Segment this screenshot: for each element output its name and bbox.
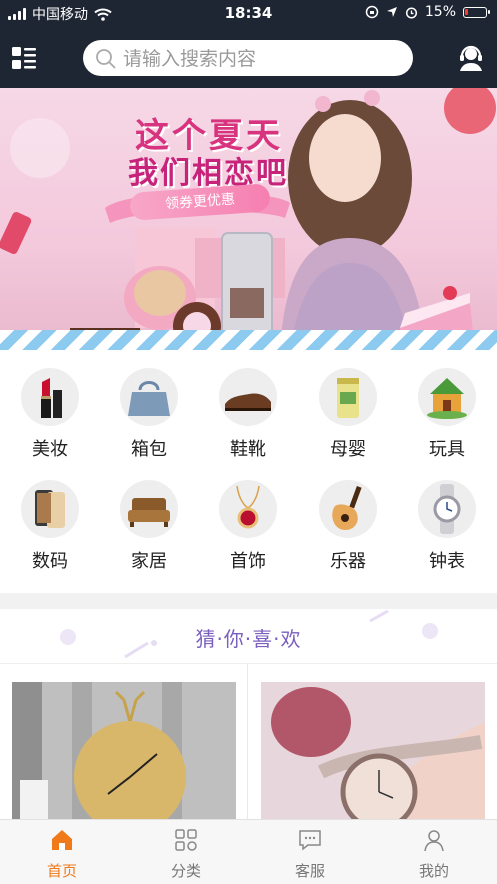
category-label: 家居 — [131, 551, 167, 572]
location-icon — [386, 7, 397, 17]
status-bar: 中国移动 18:34 15% — [0, 0, 497, 26]
category-label: 母婴 — [330, 439, 366, 460]
category-makeup[interactable]: 美妆 — [5, 355, 95, 460]
search-icon — [96, 49, 116, 69]
toy-house-icon — [418, 368, 476, 426]
battery-percent: 15% — [424, 4, 456, 20]
promo-banner[interactable]: 这个夏天 我们相恋吧 领券更优惠 — [0, 88, 497, 350]
product-image-watch — [261, 682, 485, 822]
category-label: 箱包 — [131, 439, 167, 460]
top-header — [0, 26, 497, 88]
grid-list-icon[interactable] — [11, 45, 37, 71]
battery-icon — [463, 6, 490, 18]
product-grid — [0, 663, 497, 822]
category-grid: 美妆 箱包 鞋靴 母婴 玩具 数码 家居 首饰 乐器 钟表 — [0, 355, 497, 590]
handbag-icon — [120, 368, 178, 426]
category-shoes[interactable]: 鞋靴 — [203, 355, 293, 460]
section-divider — [0, 593, 497, 609]
tab-category[interactable]: 分类 — [124, 820, 248, 884]
banner-stripe — [0, 330, 497, 350]
tab-label: 我的 — [418, 862, 449, 880]
category-watches[interactable]: 钟表 — [402, 467, 492, 572]
tab-mine[interactable]: 我的 — [372, 820, 496, 884]
category-label: 数码 — [32, 551, 68, 572]
bottom-tab-bar: 首页 分类 客服 我的 — [0, 819, 497, 884]
home-icon — [52, 830, 72, 850]
product-card[interactable] — [12, 682, 236, 822]
tab-label: 分类 — [170, 862, 201, 880]
category-toys[interactable]: 玩具 — [402, 355, 492, 460]
product-separator — [247, 664, 248, 820]
category-home[interactable]: 家居 — [104, 467, 194, 572]
guitar-icon — [319, 480, 377, 538]
pendant-icon — [219, 480, 277, 538]
phone-icon — [21, 480, 79, 538]
product-card[interactable] — [261, 682, 485, 822]
tab-label: 首页 — [46, 862, 77, 880]
category-label: 玩具 — [429, 439, 465, 460]
product-image-clock — [12, 682, 236, 822]
category-baby[interactable]: 母婴 — [303, 355, 393, 460]
lipstick-icon — [21, 368, 79, 426]
rotation-lock-icon — [365, 5, 379, 19]
recommend-header: 猜·你·喜·欢 — [0, 609, 497, 663]
category-label: 首饰 — [230, 551, 266, 572]
search-input[interactable] — [121, 44, 405, 74]
shoe-icon — [219, 368, 277, 426]
alarm-icon — [405, 6, 417, 19]
banner-title-line2: 我们相恋吧 — [128, 156, 288, 191]
category-icon — [175, 829, 197, 851]
tab-label: 客服 — [294, 862, 325, 880]
headset-icon[interactable] — [456, 43, 486, 73]
category-instruments[interactable]: 乐器 — [303, 467, 393, 572]
chat-icon — [299, 830, 321, 851]
user-icon — [424, 830, 444, 852]
search-bar[interactable] — [83, 40, 413, 76]
watch-icon — [418, 480, 476, 538]
sofa-icon — [120, 480, 178, 538]
category-label: 美妆 — [32, 439, 68, 460]
category-label: 鞋靴 — [230, 439, 266, 460]
category-label: 乐器 — [330, 551, 366, 572]
category-jewelry[interactable]: 首饰 — [203, 467, 293, 572]
tab-home[interactable]: 首页 — [0, 820, 124, 884]
category-digital[interactable]: 数码 — [5, 467, 95, 572]
category-label: 钟表 — [429, 551, 465, 572]
recommend-title: 猜·你·喜·欢 — [195, 627, 302, 651]
category-bags[interactable]: 箱包 — [104, 355, 194, 460]
tab-service[interactable]: 客服 — [248, 820, 372, 884]
formula-can-icon — [319, 368, 377, 426]
